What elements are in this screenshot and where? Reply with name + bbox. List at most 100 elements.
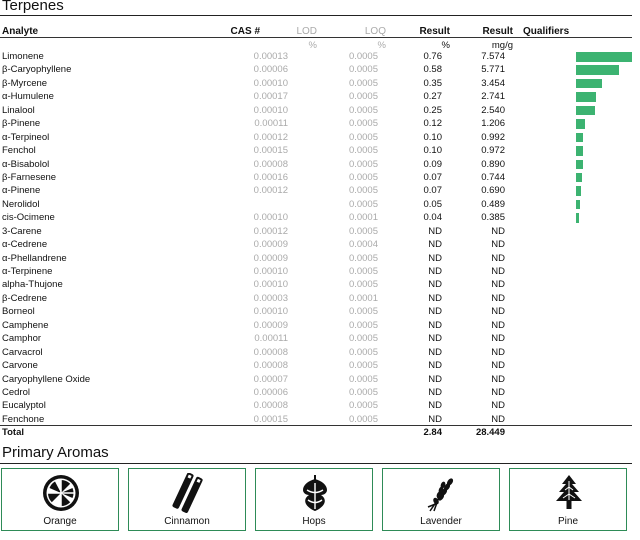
analyte-name: Camphor <box>2 333 42 345</box>
lod-value: 0.00010 <box>253 104 288 116</box>
loq-value: 0.0005 <box>348 333 378 345</box>
loq-value: 0.0005 <box>348 346 378 358</box>
lod-value: 0.00011 <box>254 118 288 130</box>
terpene-row: β-Caryophyllene 0.00006 0.0005 0.58 5.771 <box>0 63 632 76</box>
aroma-label-lavender: Lavender <box>420 516 462 527</box>
result-pct-value: ND <box>428 225 442 237</box>
header-qualifiers: Qualifiers <box>523 26 570 37</box>
qualifier-bar <box>576 159 583 169</box>
qualifier-bar <box>576 199 580 210</box>
qualifier-bar <box>576 78 602 89</box>
result-pct-value: 0.10 <box>423 145 443 157</box>
section-title: Terpenes <box>2 0 64 14</box>
result-mg-value: 7.574 <box>481 51 505 62</box>
qualifier-bar <box>576 172 582 183</box>
lod-value: 0.00012 <box>253 225 288 237</box>
aroma-label-hops: Hops <box>302 516 326 527</box>
terpene-row: alpha-Thujone 0.00010 0.0005 ND ND <box>0 278 632 291</box>
loq-value: 0.0005 <box>348 252 378 264</box>
lod-value: 0.00010 <box>253 212 288 224</box>
terpene-row: α-Terpinene 0.00010 0.0005 ND ND <box>0 265 632 278</box>
result-pct-value: ND <box>428 346 442 358</box>
terpene-row: α-Humulene 0.00017 0.0005 0.27 2.741 <box>0 90 632 103</box>
qualifier-bar <box>576 132 583 143</box>
aroma-card-lavender: Lavender <box>382 468 500 531</box>
terpene-row: α-Cedrene 0.00009 0.0004 ND ND <box>0 238 632 251</box>
terpene-table-body: Limonene 0.00013 0.0005 0.76 7.574 β-Caryophy… <box>0 50 632 426</box>
result-pct-value: ND <box>428 292 442 304</box>
result-mg-value: 0.385 <box>481 212 505 224</box>
total-row: Total 2.84 28.449 <box>0 426 632 440</box>
analyte-name: β-Pinene <box>2 118 41 130</box>
terpene-row: α-Bisabolol 0.00008 0.0005 0.09 0.890 <box>0 158 632 171</box>
header-lod: LOD <box>296 26 317 37</box>
loq-value: 0.0005 <box>348 77 378 89</box>
terpene-row: β-Myrcene 0.00010 0.0005 0.35 3.454 <box>0 77 632 90</box>
result-pct-value: ND <box>428 333 442 345</box>
result-mg-value: ND <box>491 292 505 304</box>
result-pct-value: 0.27 <box>423 91 443 103</box>
result-mg-value: ND <box>491 360 505 372</box>
result-pct-value: 0.58 <box>423 64 443 76</box>
lod-value: 0.00013 <box>253 51 288 62</box>
result-pct-value: 0.25 <box>423 104 443 116</box>
result-pct-value: 0.07 <box>423 185 443 197</box>
result-pct-value: 0.10 <box>423 131 443 143</box>
analyte-name: α-Bisabolol <box>2 158 50 170</box>
result-mg-value: 0.890 <box>481 158 505 170</box>
lod-value: 0.00010 <box>253 266 288 277</box>
result-pct-value: ND <box>428 279 442 291</box>
qualifier-bar <box>576 105 595 116</box>
cinnamon-icon <box>172 473 203 513</box>
loq-value: 0.0005 <box>348 131 378 143</box>
lavender-icon <box>427 478 454 512</box>
result-mg-value: ND <box>491 333 505 345</box>
loq-value: 0.0005 <box>348 145 378 157</box>
result-mg-value: 0.690 <box>481 185 505 197</box>
result-mg-value: ND <box>491 266 505 277</box>
lod-value: 0.00003 <box>253 292 288 304</box>
lod-value: 0.00010 <box>253 306 288 318</box>
aromas-divider <box>0 463 632 464</box>
aroma-card-cinnamon: Cinnamon <box>128 468 246 531</box>
header-result-pct: Result <box>419 26 450 37</box>
header-result-mg: Result <box>482 26 513 37</box>
terpene-row: Camphene 0.00009 0.0005 ND ND <box>0 319 632 332</box>
analyte-name: Camphene <box>2 319 49 331</box>
terpene-row: Caryophyllene Oxide 0.00007 0.0005 ND ND <box>0 373 632 386</box>
loq-value: 0.0005 <box>348 198 378 210</box>
result-mg-value: 0.972 <box>481 145 505 157</box>
aroma-card-pine: Pine <box>509 468 627 531</box>
result-mg-value: ND <box>491 346 505 358</box>
terpene-row: Eucalyptol 0.00008 0.0005 ND ND <box>0 399 632 412</box>
aroma-label-cinnamon: Cinnamon <box>164 516 210 527</box>
aromas-title: Primary Aromas <box>2 444 109 461</box>
terpene-row: α-Pinene 0.00012 0.0005 0.07 0.690 <box>0 184 632 197</box>
lod-value: 0.00009 <box>253 319 288 331</box>
result-pct-value: ND <box>428 319 442 331</box>
analyte-name: α-Terpinene <box>2 266 53 277</box>
result-mg-value: 0.744 <box>481 171 505 183</box>
loq-value: 0.0005 <box>348 306 378 318</box>
aroma-card-hops: Hops <box>255 468 373 531</box>
terpene-row: β-Cedrene 0.00003 0.0001 ND ND <box>0 292 632 305</box>
result-mg-value: 0.992 <box>481 131 505 143</box>
terpene-row: α-Terpineol 0.00012 0.0005 0.10 0.992 <box>0 131 632 144</box>
loq-value: 0.0005 <box>348 360 378 372</box>
result-mg-value: ND <box>491 279 505 291</box>
analyte-name: alpha-Thujone <box>2 279 63 291</box>
terpene-row: β-Pinene 0.00011 0.0005 0.12 1.206 <box>0 117 632 130</box>
lod-value: 0.00008 <box>253 400 288 412</box>
terpene-row: Nerolidol 0.0005 0.05 0.489 <box>0 198 632 211</box>
result-mg-value: ND <box>491 373 505 385</box>
qualifier-bar <box>576 213 579 223</box>
analyte-name: α-Pinene <box>2 185 41 197</box>
result-pct-value: ND <box>428 252 442 264</box>
total-result-mg: 28.449 <box>475 427 505 438</box>
total-result-pct: 2.84 <box>423 427 443 438</box>
analyte-name: Limonene <box>2 51 44 62</box>
terpene-row: Cedrol 0.00006 0.0005 ND ND <box>0 386 632 399</box>
header-loq: LOQ <box>364 26 386 37</box>
loq-value: 0.0005 <box>348 185 378 197</box>
result-pct-value: ND <box>428 266 442 277</box>
